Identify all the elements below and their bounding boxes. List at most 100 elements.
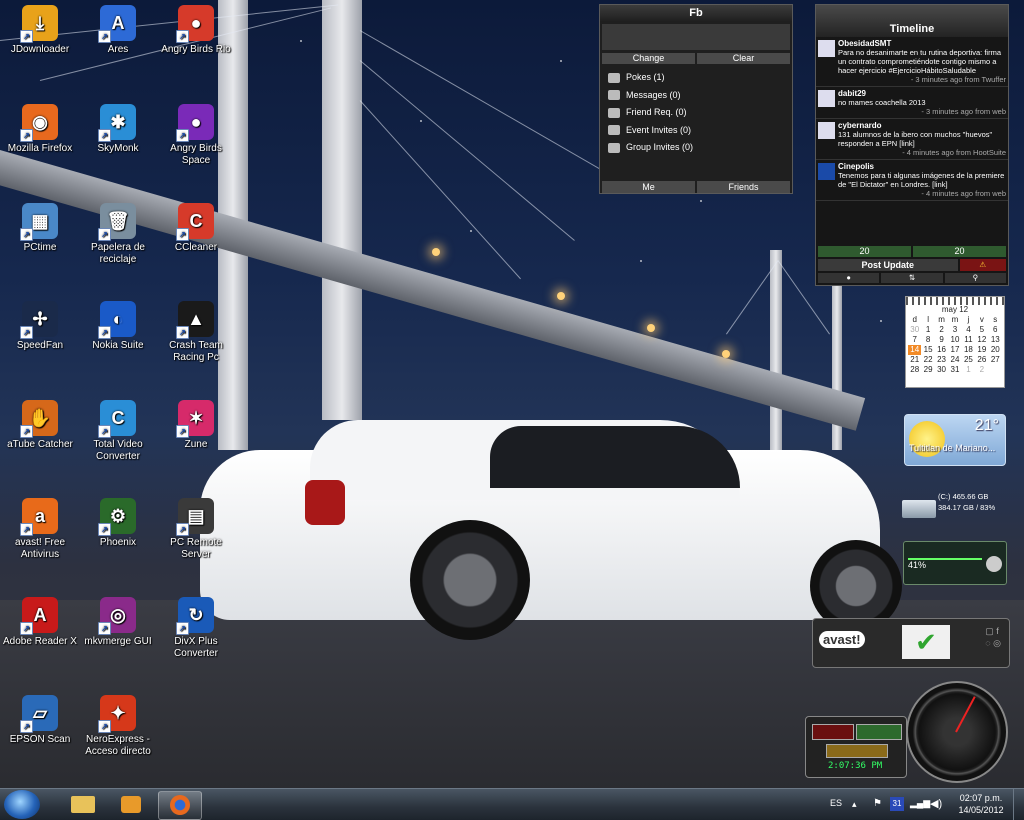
start-button[interactable]	[4, 790, 40, 819]
calendar-day[interactable]: 13	[989, 335, 1002, 345]
calendar-day[interactable]: 17	[948, 345, 961, 355]
desktop-icon-atube-catcher[interactable]: ✋ ↗ aTube Catcher	[0, 400, 80, 451]
calendar-day[interactable]: 30	[935, 365, 948, 375]
calendar-day[interactable]: 12	[975, 335, 988, 345]
media-player-taskbar-button[interactable]	[110, 791, 152, 818]
calendar-day[interactable]: 27	[989, 355, 1002, 365]
tweet[interactable]: Cinepolis Tenemos para ti algunas imágen…	[816, 160, 1008, 201]
calendar-day[interactable]: 22	[921, 355, 934, 365]
taskbar-clock[interactable]: 02:07 p.m. 14/05/2012	[952, 792, 1010, 816]
avast-gadget[interactable]: avast! ✔ ▢ f ◌ ◎	[812, 618, 1010, 668]
switch-user-button[interactable]	[826, 744, 888, 758]
action-center-flag-icon[interactable]: ⚑	[873, 798, 882, 809]
warning-icon[interactable]: ⚠	[959, 259, 1006, 271]
calendar-day[interactable]: 28	[908, 365, 921, 375]
calendar-month[interactable]: may 12	[906, 305, 1004, 315]
calendar-day[interactable]: 23	[935, 355, 948, 365]
calendar-day[interactable]: 30	[908, 325, 921, 335]
tweet[interactable]: ObesidadSMT Para no desanimarte en tu ru…	[816, 37, 1008, 87]
volume-tray-icon[interactable]: ◀)	[930, 797, 942, 810]
fb-pokes-row[interactable]: Pokes (1)	[600, 69, 792, 87]
language-indicator[interactable]: ES	[830, 798, 842, 808]
desktop-icon-mkvmerge-gui[interactable]: ◎ ↗ mkvmerge GUI	[78, 597, 158, 648]
fb-status-box[interactable]	[602, 24, 790, 50]
refresh-icon[interactable]: ⇅	[881, 273, 943, 283]
desktop-icon-total-video-converter[interactable]: C ↗ Total Video Converter	[78, 400, 158, 463]
calendar-day[interactable]: 2	[975, 365, 988, 375]
fb-event-invites-row[interactable]: Event Invites (0)	[600, 122, 792, 140]
fb-change-button[interactable]: Change	[602, 53, 695, 64]
desktop-icon-pctime[interactable]: ▦ ↗ PCtime	[0, 203, 80, 254]
desktop-icon-crash-team-racing-pc[interactable]: ▲ ↗ Crash Team Racing Pc	[156, 301, 236, 364]
calendar-day[interactable]: 31	[948, 365, 961, 375]
desktop-icon-ccleaner[interactable]: C ↗ CCleaner	[156, 203, 236, 254]
fb-friend-requests-row[interactable]: Friend Req. (0)	[600, 104, 792, 122]
calendar-day[interactable]: 1	[921, 325, 934, 335]
search-icon[interactable]: ⚲	[944, 273, 1006, 283]
calendar-day[interactable]: 16	[935, 345, 948, 355]
app-icon: ▱ ↗	[20, 695, 58, 733]
calendar-day[interactable]: 29	[921, 365, 934, 375]
calendar-day[interactable]: 10	[948, 335, 961, 345]
tweet[interactable]: cybernardo 131 alumnos de la ibero con m…	[816, 119, 1008, 160]
calendar-tray-icon[interactable]: 31	[890, 797, 904, 811]
desktop-icon-mozilla-firefox[interactable]: ◉ ↗ Mozilla Firefox	[0, 104, 80, 155]
desktop-icon-phoenix[interactable]: ⚙ ↗ Phoenix	[78, 498, 158, 549]
desktop-icon-zune[interactable]: ✶ ↗ Zune	[156, 400, 236, 451]
desktop-icon-pc-remote-server[interactable]: ▤ ↗ PC Remote Server	[156, 498, 236, 561]
power-button[interactable]	[812, 724, 854, 740]
desktop-icon-avast-free-antivirus[interactable]: a ↗ avast! Free Antivirus	[0, 498, 80, 561]
calendar-day[interactable]: 7	[908, 335, 921, 345]
fb-friends-button[interactable]: Friends	[697, 181, 790, 193]
calendar-day[interactable]: 4	[962, 325, 975, 335]
post-update-button[interactable]: Post Update	[818, 259, 958, 271]
calendar-day[interactable]: 2	[935, 325, 948, 335]
tweet[interactable]: dabit29 no mames coachella 2013 - 3 minu…	[816, 87, 1008, 119]
calendar-today[interactable]: 14	[908, 345, 922, 355]
fb-messages-row[interactable]: Messages (0)	[600, 87, 792, 105]
shortcut-arrow-icon: ↗	[20, 720, 33, 733]
calendar-day[interactable]: 25	[962, 355, 975, 365]
drive-meter-gadget[interactable]: (C:) 465.66 GB 384.17 GB / 83%	[902, 488, 1012, 524]
explorer-taskbar-button[interactable]	[62, 791, 104, 818]
desktop-icon-angry-birds-rio[interactable]: ● ↗ Angry Birds Rio	[156, 5, 236, 56]
fb-group-invites-row[interactable]: Group Invites (0)	[600, 139, 792, 157]
calendar-day[interactable]: 9	[935, 335, 948, 345]
calendar-day[interactable]: 26	[975, 355, 988, 365]
calendar-day[interactable]: 1	[962, 365, 975, 375]
avast-tools[interactable]: ▢ f ◌ ◎	[985, 625, 1001, 649]
restart-button[interactable]	[856, 724, 902, 740]
desktop-icon-neroexpress-acceso-directo[interactable]: ✦ ↗ NeroExpress - Acceso directo	[78, 695, 158, 758]
show-desktop-button[interactable]	[1013, 789, 1024, 820]
calendar-day[interactable]: 20	[989, 345, 1002, 355]
calendar-day[interactable]: 5	[975, 325, 988, 335]
weather-gadget[interactable]: 21° Tultitlan de Mariano...	[904, 414, 1006, 466]
desktop-icon-papelera-de-reciclaje[interactable]: 🗑 ↗ Papelera de reciclaje	[78, 203, 158, 266]
desktop-icon-jdownloader[interactable]: ⤓ ↗ JDownloader	[0, 5, 80, 56]
volume-gadget[interactable]: 41%	[903, 541, 1007, 585]
desktop-icon-divx-plus-converter[interactable]: ↻ ↗ DivX Plus Converter	[156, 597, 236, 660]
calendar-day[interactable]: 8	[921, 335, 934, 345]
chat-icon[interactable]: ●	[818, 273, 880, 283]
network-icon[interactable]: ▂▄▆	[910, 798, 930, 809]
calendar-day[interactable]: 24	[948, 355, 961, 365]
show-hidden-icons[interactable]: ▴	[852, 799, 857, 810]
calendar-day[interactable]: 11	[962, 335, 975, 345]
calendar-day[interactable]: 15	[921, 345, 934, 355]
desktop-icon-adobe-reader-x[interactable]: A ↗ Adobe Reader X	[0, 597, 80, 648]
desktop-icon-nokia-suite[interactable]: ◐ ↗ Nokia Suite	[78, 301, 158, 352]
desktop-icon-angry-birds-space[interactable]: ● ↗ Angry Birds Space	[156, 104, 236, 167]
calendar-day[interactable]: 3	[948, 325, 961, 335]
calendar-day[interactable]: 18	[962, 345, 975, 355]
firefox-taskbar-button[interactable]	[158, 791, 202, 820]
fb-me-button[interactable]: Me	[602, 181, 695, 193]
shutdown-gadget[interactable]: 2:07:36 PM	[805, 716, 907, 778]
calendar-day[interactable]: 19	[975, 345, 988, 355]
desktop-icon-epson-scan[interactable]: ▱ ↗ EPSON Scan	[0, 695, 80, 746]
fb-clear-button[interactable]: Clear	[697, 53, 790, 64]
desktop-icon-ares[interactable]: A ↗ Ares	[78, 5, 158, 56]
calendar-day[interactable]: 21	[908, 355, 921, 365]
desktop-icon-skymonk[interactable]: ✱ ↗ SkyMonk	[78, 104, 158, 155]
calendar-day[interactable]: 6	[989, 325, 1002, 335]
desktop-icon-speedfan[interactable]: ✢ ↗ SpeedFan	[0, 301, 80, 352]
